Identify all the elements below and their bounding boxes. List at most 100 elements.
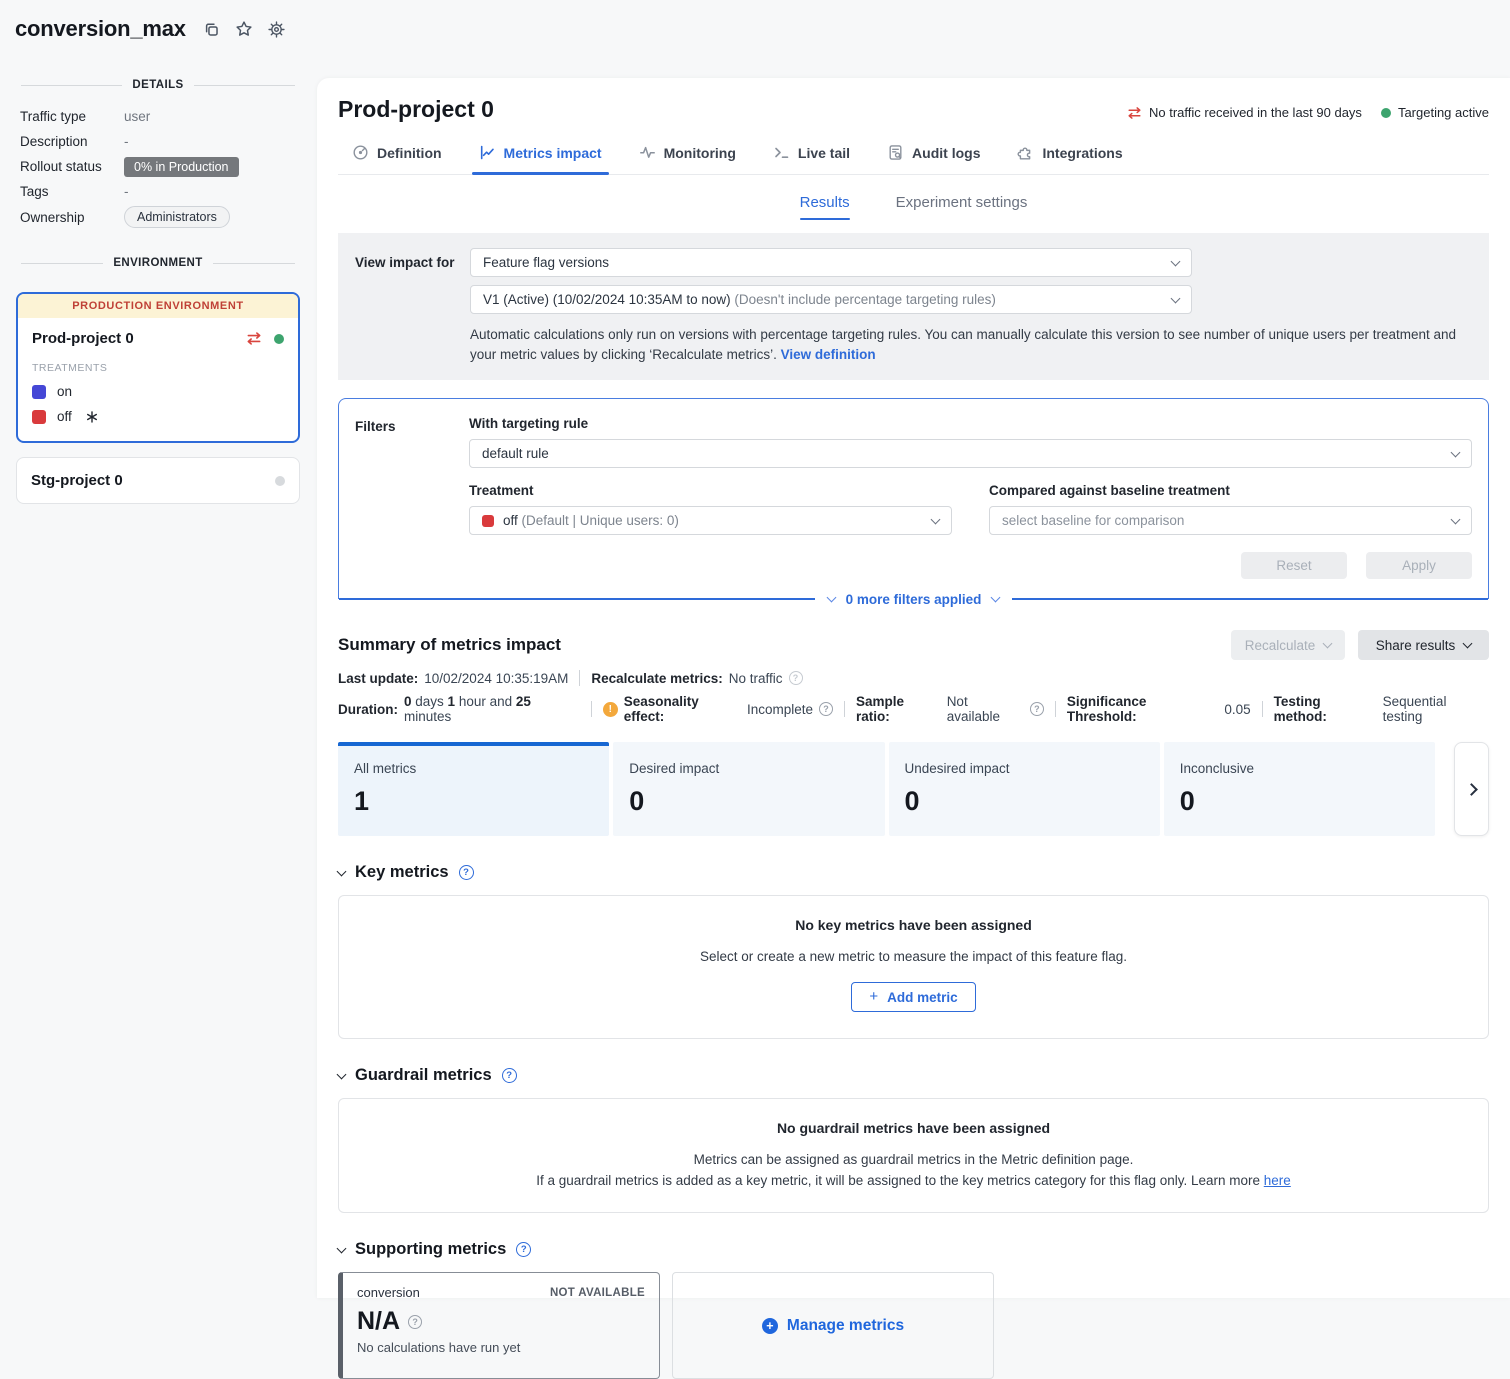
- summary-title: Summary of metrics impact: [338, 635, 561, 655]
- supporting-metrics-row: conversion NOT AVAILABLE N/A ? No calcul…: [338, 1272, 1489, 1379]
- chevron-down-icon: [1451, 447, 1461, 457]
- staging-environment-card[interactable]: Stg-project 0: [16, 457, 300, 504]
- default-treatment-asterisk-icon: [86, 411, 98, 423]
- apply-button[interactable]: Apply: [1366, 552, 1472, 579]
- supporting-metrics-title: Supporting metrics: [355, 1240, 506, 1259]
- metric-summary-cards: All metrics 1 Desired impact 0 Undesired…: [338, 742, 1489, 836]
- tab-audit-logs[interactable]: Audit logs: [887, 144, 980, 174]
- detail-row-description: Description -: [20, 131, 300, 152]
- metric-value: N/A: [357, 1307, 400, 1336]
- detail-value: user: [124, 109, 150, 124]
- copy-icon: [203, 21, 220, 38]
- treatment-off-swatch: [482, 515, 494, 527]
- summary-meta-row-2: Duration: 0 days 1 hour and 25 minutes !…: [338, 694, 1489, 724]
- card-label: Desired impact: [629, 761, 868, 776]
- sample-ratio-value: Not available: [947, 694, 1024, 724]
- ownership-pill[interactable]: Administrators: [124, 206, 230, 228]
- treatment-select-value: off (Default | Unique users: 0): [503, 513, 932, 528]
- card-inconclusive[interactable]: Inconclusive 0: [1164, 742, 1435, 836]
- treatment-off-label: off: [57, 409, 72, 424]
- version-select[interactable]: V1 (Active) (10/02/2024 10:35AM to now) …: [470, 285, 1192, 314]
- card-label: Undesired impact: [905, 761, 1144, 776]
- terminal-icon: [773, 144, 790, 161]
- treatment-label: Treatment: [469, 483, 952, 498]
- targeting-rule-value: default rule: [482, 446, 1452, 461]
- share-results-button[interactable]: Share results: [1358, 630, 1489, 660]
- tab-definition[interactable]: Definition: [352, 144, 442, 174]
- collapse-chevron-icon[interactable]: [337, 1070, 347, 1080]
- tab-live-tail[interactable]: Live tail: [773, 144, 850, 174]
- collapse-chevron-icon[interactable]: [337, 1244, 347, 1254]
- cards-next-button[interactable]: [1454, 742, 1489, 836]
- supporting-metrics-header: Supporting metrics ?: [338, 1240, 1489, 1259]
- metric-name: conversion: [357, 1285, 420, 1300]
- guardrail-metrics-header: Guardrail metrics ?: [338, 1066, 1489, 1085]
- traffic-status: No traffic received in the last 90 days: [1127, 105, 1362, 120]
- seasonality-value: Incomplete: [747, 702, 813, 717]
- learn-more-link[interactable]: here: [1264, 1173, 1291, 1188]
- card-value: 0: [629, 786, 868, 817]
- treatment-off-swatch: [32, 410, 46, 424]
- help-icon[interactable]: ?: [459, 865, 474, 880]
- copy-flag-button[interactable]: [203, 21, 220, 38]
- chevron-down-icon: [1323, 639, 1333, 649]
- significance-label: Significance Threshold:: [1067, 694, 1218, 724]
- help-icon[interactable]: ?: [502, 1068, 517, 1083]
- last-update-label: Last update:: [338, 671, 418, 686]
- treatment-row-on: on: [32, 384, 284, 399]
- environment-active-dot: [274, 334, 284, 344]
- production-environment-card[interactable]: PRODUCTION ENVIRONMENT Prod-project 0 TR…: [16, 292, 300, 443]
- help-icon[interactable]: ?: [516, 1242, 531, 1257]
- subtab-results[interactable]: Results: [800, 194, 850, 220]
- treatment-row-off: off: [32, 409, 284, 424]
- gear-icon: [268, 21, 285, 38]
- last-update-value: 10/02/2024 10:35:19AM: [424, 671, 568, 686]
- help-icon[interactable]: ?: [1030, 702, 1044, 716]
- guardrail-line1: Metrics can be assigned as guardrail met…: [359, 1152, 1468, 1167]
- environment-heading: ENVIRONMENT: [113, 257, 202, 269]
- collapse-chevron-icon[interactable]: [337, 867, 347, 877]
- puzzle-icon: [1017, 144, 1034, 161]
- supporting-metric-card[interactable]: conversion NOT AVAILABLE N/A ? No calcul…: [338, 1272, 660, 1379]
- impact-type-select[interactable]: Feature flag versions: [470, 248, 1192, 277]
- view-impact-helper: Automatic calculations only run on versi…: [470, 325, 1470, 364]
- card-value: 1: [354, 786, 593, 817]
- card-all-metrics[interactable]: All metrics 1: [338, 742, 609, 836]
- targeting-rule-label: With targeting rule: [469, 416, 1472, 431]
- favorite-flag-button[interactable]: [235, 20, 253, 38]
- targeting-rule-select[interactable]: default rule: [469, 439, 1472, 468]
- duration-value: 0 days 1 hour and 25 minutes: [404, 694, 580, 724]
- page-title: Prod-project 0: [338, 96, 494, 123]
- tab-metrics-impact[interactable]: Metrics impact: [479, 144, 602, 174]
- card-undesired-impact[interactable]: Undesired impact 0: [889, 742, 1160, 836]
- targeting-status-text: Targeting active: [1398, 105, 1489, 120]
- manage-metrics-button[interactable]: + Manage metrics: [672, 1272, 994, 1379]
- subtab-experiment-settings[interactable]: Experiment settings: [896, 194, 1028, 220]
- tab-monitoring[interactable]: Monitoring: [639, 144, 736, 174]
- card-desired-impact[interactable]: Desired impact 0: [613, 742, 884, 836]
- baseline-select[interactable]: select baseline for comparison: [989, 506, 1472, 535]
- help-icon[interactable]: ?: [408, 1315, 422, 1329]
- help-icon[interactable]: ?: [789, 671, 803, 685]
- key-metrics-empty-card: No key metrics have been assigned Select…: [338, 895, 1489, 1039]
- tab-integrations[interactable]: Integrations: [1017, 144, 1122, 174]
- flag-settings-button[interactable]: [268, 21, 285, 38]
- no-traffic-swap-icon: [1127, 107, 1142, 119]
- pulse-icon: [639, 144, 656, 161]
- details-divider: DETAILS: [21, 79, 295, 91]
- more-filters-button[interactable]: 0 more filters applied: [815, 592, 1013, 607]
- tab-label: Monitoring: [664, 145, 736, 161]
- view-definition-link[interactable]: View definition: [781, 347, 876, 362]
- card-label: All metrics: [354, 761, 593, 776]
- detail-label: Tags: [20, 184, 124, 199]
- recalculate-metrics-value: No traffic: [729, 671, 783, 686]
- reset-button[interactable]: Reset: [1241, 552, 1347, 579]
- recalculate-button[interactable]: Recalculate: [1231, 630, 1345, 660]
- help-icon[interactable]: ?: [819, 702, 833, 716]
- add-metric-button[interactable]: + Add metric: [851, 982, 975, 1012]
- treatments-heading: TREATMENTS: [32, 362, 284, 374]
- card-value: 0: [905, 786, 1144, 817]
- treatment-select[interactable]: off (Default | Unique users: 0): [469, 506, 952, 535]
- testing-method-value: Sequential testing: [1383, 694, 1489, 724]
- staging-environment-name: Stg-project 0: [31, 472, 275, 489]
